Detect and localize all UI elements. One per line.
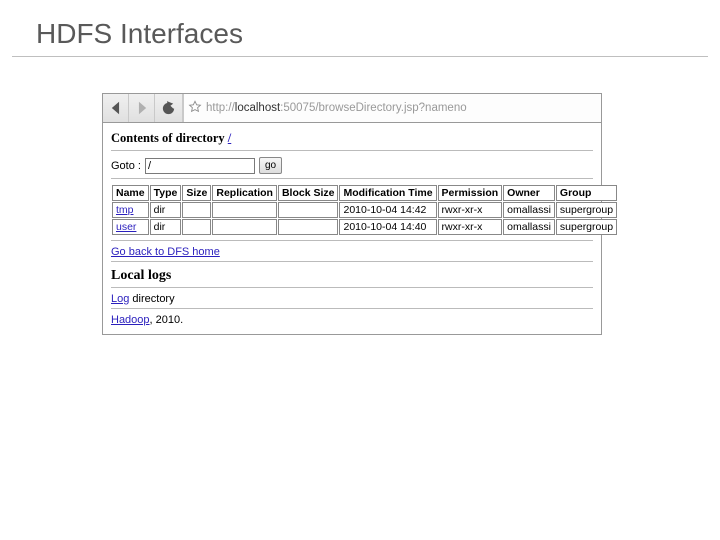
dir-link-tmp[interactable]: tmp bbox=[116, 204, 134, 216]
cell-replication bbox=[212, 219, 277, 235]
url-bar[interactable]: http://localhost:50075/browseDirectory.j… bbox=[183, 94, 601, 122]
cell-mtime: 2010-10-04 14:42 bbox=[339, 202, 436, 218]
directory-table: Name Type Size Replication Block Size Mo… bbox=[111, 184, 618, 236]
cell-type: dir bbox=[150, 202, 182, 218]
footer-suffix: , 2010. bbox=[150, 314, 184, 326]
cell-size bbox=[182, 202, 211, 218]
goto-input[interactable] bbox=[145, 158, 255, 174]
footer-line: Hadoop, 2010. bbox=[111, 314, 593, 326]
go-button[interactable]: go bbox=[259, 157, 282, 174]
cell-owner: omallassi bbox=[503, 202, 555, 218]
slide-title: HDFS Interfaces bbox=[12, 0, 708, 57]
url-text: http://localhost:50075/browseDirectory.j… bbox=[206, 102, 467, 114]
divider bbox=[111, 240, 593, 241]
log-link[interactable]: Log bbox=[111, 293, 129, 305]
dir-link-user[interactable]: user bbox=[116, 221, 136, 233]
cell-replication bbox=[212, 202, 277, 218]
contents-heading: Contents of directory / bbox=[111, 131, 593, 146]
cell-group: supergroup bbox=[556, 202, 617, 218]
divider bbox=[111, 287, 593, 288]
cell-block-size bbox=[278, 202, 339, 218]
reload-button[interactable] bbox=[155, 94, 183, 122]
col-type: Type bbox=[150, 185, 182, 201]
col-replication: Replication bbox=[212, 185, 277, 201]
cell-group: supergroup bbox=[556, 219, 617, 235]
col-size: Size bbox=[182, 185, 211, 201]
col-block-size: Block Size bbox=[278, 185, 339, 201]
root-path-link[interactable]: / bbox=[228, 131, 231, 145]
divider bbox=[111, 261, 593, 262]
table-row: user dir 2010-10-04 14:40 rwxr-xr-x omal… bbox=[112, 219, 617, 235]
divider bbox=[111, 178, 593, 179]
screenshot-wrap: http://localhost:50075/browseDirectory.j… bbox=[102, 93, 602, 335]
divider bbox=[111, 150, 593, 151]
forward-button[interactable] bbox=[129, 94, 155, 122]
page-body: Contents of directory / Goto : go Name T… bbox=[102, 123, 602, 335]
bookmark-star-icon[interactable] bbox=[188, 100, 202, 117]
cell-block-size bbox=[278, 219, 339, 235]
goto-row: Goto : go bbox=[111, 157, 593, 174]
table-header-row: Name Type Size Replication Block Size Mo… bbox=[112, 185, 617, 201]
col-owner: Owner bbox=[503, 185, 555, 201]
col-group: Group bbox=[556, 185, 617, 201]
hadoop-link[interactable]: Hadoop bbox=[111, 314, 150, 326]
cell-perm: rwxr-xr-x bbox=[438, 219, 503, 235]
browser-toolbar: http://localhost:50075/browseDirectory.j… bbox=[102, 93, 602, 123]
table-row: tmp dir 2010-10-04 14:42 rwxr-xr-x omall… bbox=[112, 202, 617, 218]
goto-label: Goto : bbox=[111, 160, 141, 172]
back-to-dfs-link[interactable]: Go back to DFS home bbox=[111, 246, 220, 258]
local-logs-heading: Local logs bbox=[111, 268, 593, 284]
log-suffix: directory bbox=[129, 293, 174, 305]
log-directory-line: Log directory bbox=[111, 293, 593, 305]
back-button[interactable] bbox=[103, 94, 129, 122]
cell-type: dir bbox=[150, 219, 182, 235]
cell-owner: omallassi bbox=[503, 219, 555, 235]
cell-perm: rwxr-xr-x bbox=[438, 202, 503, 218]
cell-mtime: 2010-10-04 14:40 bbox=[339, 219, 436, 235]
divider bbox=[111, 308, 593, 309]
col-permission: Permission bbox=[438, 185, 503, 201]
cell-size bbox=[182, 219, 211, 235]
col-mtime: Modification Time bbox=[339, 185, 436, 201]
col-name: Name bbox=[112, 185, 149, 201]
